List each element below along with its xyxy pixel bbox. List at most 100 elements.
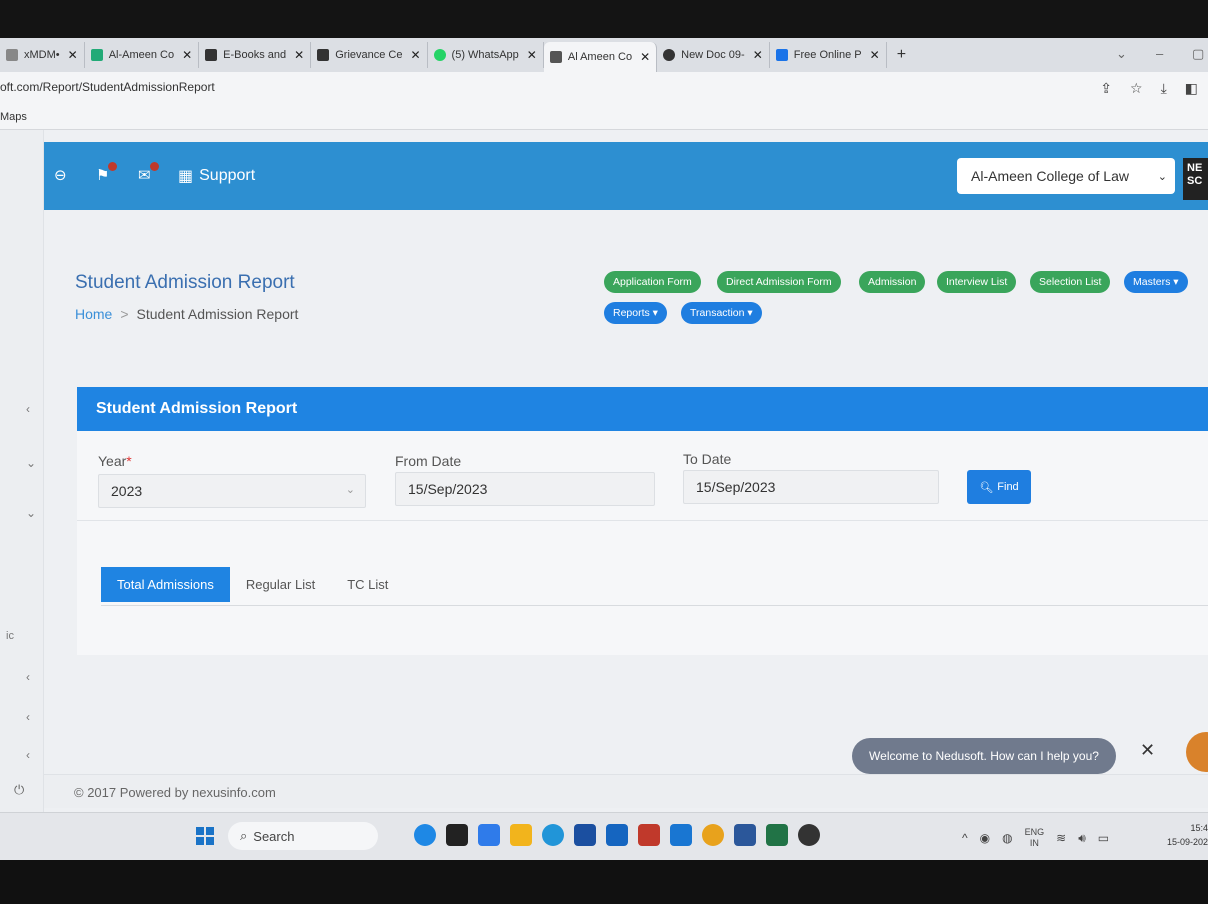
chevron-down-icon[interactable]: ⌄ (26, 506, 36, 520)
close-icon[interactable]: ✕ (753, 48, 763, 62)
chevron-down-icon[interactable]: ⌄ (26, 456, 36, 470)
tab-label: E-Books and (223, 49, 287, 61)
chevron-down-icon: ⌄ (345, 484, 355, 496)
chat-welcome-bubble[interactable]: Welcome to Nedusoft. How can I help you? (852, 738, 1116, 774)
main-content: Student Admission Report Home > Student … (44, 210, 1208, 780)
college-select-value: Al-Ameen College of Law (971, 168, 1129, 184)
page-title: Student Admission Report (75, 272, 295, 293)
year-select[interactable]: 2023 ⌄ (98, 474, 366, 508)
from-date-input[interactable]: 15/Sep/2023 (395, 472, 655, 506)
download-icon[interactable]: ⤓ (1161, 80, 1167, 97)
selection-list-button[interactable]: Selection List (1030, 271, 1111, 293)
close-icon[interactable]: ✕ (870, 48, 880, 62)
app-icon[interactable] (798, 824, 820, 846)
browser-tab[interactable]: Al-Ameen Co ✕ (85, 42, 200, 68)
admission-button[interactable]: Admission (859, 271, 926, 293)
tab-label: (5) WhatsApp (451, 49, 519, 61)
power-icon[interactable]: ⏻ (14, 782, 24, 798)
close-icon[interactable]: ✕ (294, 48, 304, 62)
breadcrumb: Home > Student Admission Report (75, 306, 298, 322)
application-form-button[interactable]: Application Form (604, 271, 701, 293)
chevron-left-icon[interactable]: ‹ (26, 710, 30, 724)
windows-taskbar: ⌕ Search ^ ◉ ◍ ENG IN ≋ 🔊︎ ▭ 15:4 15-09-2… (0, 812, 1208, 860)
brand-logo: NE SC (1183, 158, 1208, 200)
whatsapp-icon (433, 49, 446, 61)
windows-start-icon[interactable] (196, 827, 214, 845)
breadcrumb-home[interactable]: Home (75, 306, 112, 322)
browser-tab[interactable]: (5) WhatsApp ✕ (428, 42, 544, 68)
browser-tab-strip: xMDM• ✕ Al-Ameen Co ✕ E-Books and ✕ Grievan… (0, 38, 1208, 72)
tab-total-admissions[interactable]: Total Admissions (101, 567, 230, 602)
tab-tc-list[interactable]: TC List (331, 567, 404, 602)
search-icon: ⌕ (240, 828, 248, 843)
reports-dropdown[interactable]: Reports ▾ (604, 302, 667, 324)
antivirus-icon[interactable] (638, 824, 660, 846)
teams-icon[interactable] (478, 824, 500, 846)
direct-admission-form-button[interactable]: Direct Admission Form (717, 271, 841, 293)
wifi-icon[interactable]: ≋ (1056, 831, 1066, 845)
taskbar-clock[interactable]: 15:4 15-09-202 (1150, 821, 1208, 849)
chevron-left-icon[interactable]: ‹ (26, 670, 30, 684)
browser-tab[interactable]: xMDM• ✕ (0, 42, 85, 68)
interview-list-button[interactable]: Interview List (937, 271, 1017, 293)
close-icon[interactable]: ✕ (1140, 740, 1155, 761)
word-icon[interactable] (734, 824, 756, 846)
year-label-text: Year (98, 453, 127, 469)
file-explorer-icon[interactable] (510, 824, 532, 846)
chevron-left-icon[interactable]: ‹ (26, 748, 30, 762)
browser-tab[interactable]: Free Online P ✕ (770, 42, 887, 68)
browser-tab-active[interactable]: Al Ameen Co ✕ (543, 42, 658, 72)
find-button[interactable]: 🔍︎ Find (967, 470, 1031, 504)
close-icon[interactable]: ✕ (68, 48, 78, 62)
grid-icon: ▦ (178, 168, 194, 185)
taskbar-search[interactable]: ⌕ Search (228, 822, 378, 850)
chevron-left-icon[interactable]: ‹ (26, 402, 30, 416)
maximize-icon[interactable]: ▢ (1192, 46, 1204, 62)
url-field[interactable]: oft.com/Report/StudentAdmissionReport (0, 80, 215, 94)
chrome-icon[interactable] (702, 824, 724, 846)
edge-icon[interactable] (542, 824, 564, 846)
monitor-bezel-bottom (0, 860, 1208, 904)
bing-icon[interactable] (414, 824, 436, 846)
college-select[interactable]: Al-Ameen College of Law ⌄ (957, 158, 1175, 194)
transaction-dropdown[interactable]: Transaction ▾ (681, 302, 762, 324)
tab-label: Free Online P (793, 49, 862, 61)
close-icon[interactable]: ✕ (182, 48, 192, 62)
close-icon[interactable]: ✕ (527, 48, 537, 62)
browser-tab[interactable]: New Doc 09- ✕ (657, 42, 770, 68)
close-icon[interactable]: ✕ (640, 50, 650, 64)
volume-icon[interactable]: 🔊︎ (1078, 831, 1086, 846)
chevron-up-icon[interactable]: ^ (962, 831, 968, 845)
support-label: Support (199, 167, 256, 184)
share-icon[interactable]: ⇪ (1100, 80, 1112, 97)
minimize-icon[interactable]: – (1156, 46, 1163, 61)
excel-icon[interactable] (766, 824, 788, 846)
back-circle-icon[interactable]: ⊖ (54, 166, 67, 184)
bookmark-maps[interactable]: Maps (0, 111, 27, 123)
masters-dropdown[interactable]: Masters ▾ (1124, 271, 1188, 293)
brand-logo-text: NE (1187, 162, 1203, 174)
browser-tab[interactable]: Grievance Ce ✕ (311, 42, 428, 68)
tray-app-icon[interactable]: ◉ (980, 831, 990, 845)
battery-icon[interactable]: ▭ (1098, 831, 1109, 845)
tab-regular-list[interactable]: Regular List (230, 567, 331, 602)
bookmark-star-icon[interactable]: ☆ (1130, 80, 1143, 97)
tab-list-chevron-icon[interactable]: ⌄ (1116, 46, 1127, 62)
mail-icon[interactable]: ✉ (138, 166, 151, 184)
region-text: IN (1029, 838, 1039, 848)
sidepanel-icon[interactable]: ◧ (1185, 80, 1198, 97)
to-date-input[interactable]: 15/Sep/2023 (683, 470, 939, 504)
browser-tab[interactable]: E-Books and ✕ (199, 42, 312, 68)
app-icon[interactable] (606, 824, 628, 846)
flag-icon[interactable]: ⚑ (96, 166, 109, 184)
new-tab-button[interactable]: + (897, 46, 906, 64)
tray-app-icon[interactable]: ◍ (1002, 831, 1012, 845)
store-icon[interactable] (574, 824, 596, 846)
app-icon[interactable] (446, 824, 468, 846)
close-icon[interactable]: ✕ (410, 48, 420, 62)
support-link[interactable]: ▦ Support (178, 166, 255, 186)
app-icon[interactable] (670, 824, 692, 846)
tab-label: xMDM• (24, 49, 60, 61)
masters-label: Masters (1133, 276, 1171, 288)
language-indicator[interactable]: ENG IN (1025, 827, 1045, 849)
